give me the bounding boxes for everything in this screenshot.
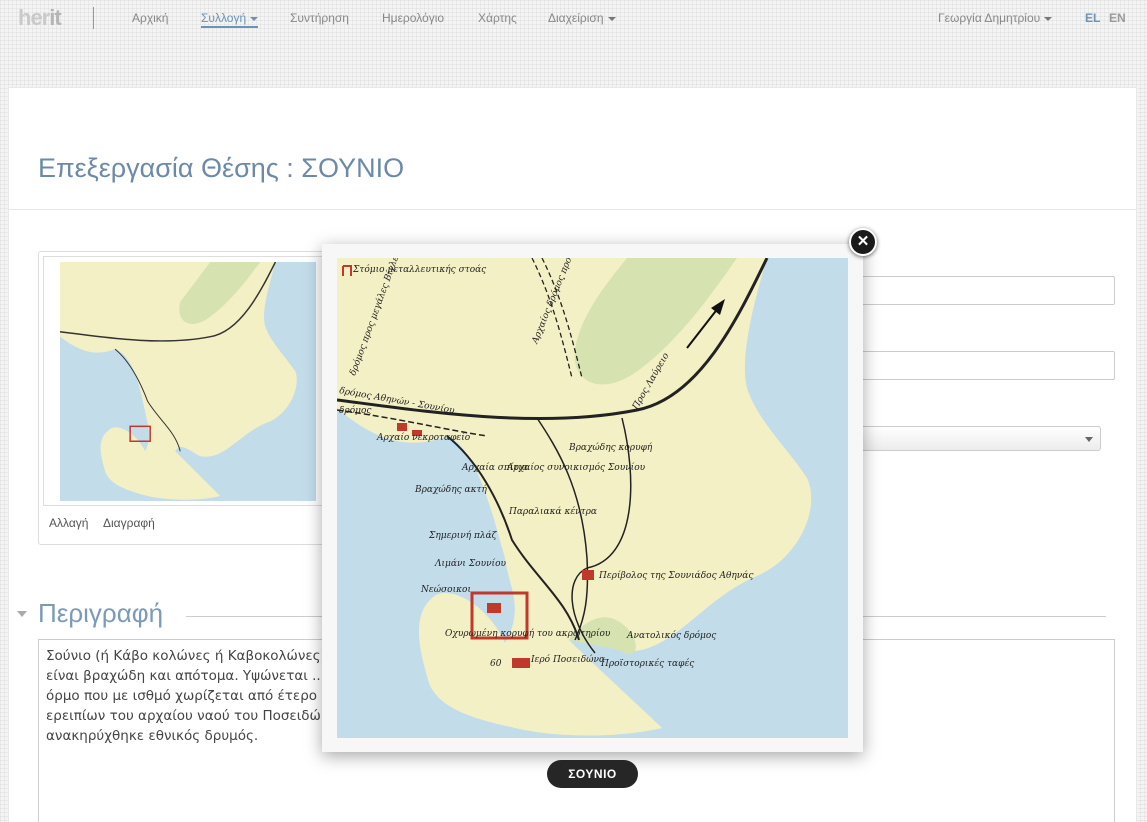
section-title: Περιγραφή	[38, 598, 164, 628]
map-label: Περίβολος της Σουνιάδος Αθηνάς	[598, 570, 754, 581]
map-label: δρόμος	[339, 405, 372, 416]
map-label: Βραχώδης κορυφή	[568, 442, 653, 453]
map-label: Νεώσοικοι	[420, 584, 471, 595]
nav-map[interactable]: Χάρτης	[478, 11, 517, 25]
map-label: 60	[490, 659, 502, 669]
map-label: Βραχώδης ακτή	[414, 484, 487, 495]
form-text-field-1[interactable]	[855, 276, 1115, 305]
map-label: Αρχαίο νεκροταφείο	[376, 432, 471, 443]
image-caption: ΣΟΥΝΙΟ	[547, 760, 638, 788]
map-marker	[487, 603, 501, 613]
thumbnail-map-image[interactable]	[60, 262, 316, 501]
map-marker	[512, 658, 530, 668]
delete-image-link[interactable]: Διαγραφή	[103, 516, 155, 530]
map-label: Σημερινή πλάζ	[428, 530, 498, 541]
page-title: Επεξεργασία Θέσης : ΣΟΥΝΙΟ	[38, 153, 405, 183]
change-image-link[interactable]: Αλλαγή	[49, 516, 88, 530]
map-label: Παραλιακά κέντρα	[508, 506, 597, 517]
app-logo[interactable]: herit	[18, 5, 62, 31]
nav-admin-label: Διαχείριση	[548, 11, 604, 25]
chevron-down-icon	[1085, 437, 1093, 442]
chevron-down-icon	[250, 16, 259, 21]
nav-collection-label: Συλλογή	[201, 11, 247, 25]
form-select[interactable]	[855, 426, 1101, 451]
form-text-field-2[interactable]	[855, 351, 1115, 380]
map-label: Οχυρωμένη κορυφή του ακρωτηρίου	[445, 628, 611, 639]
nav-home[interactable]: Αρχική	[132, 11, 168, 25]
map-label: Ιερό Ποσειδώνα	[530, 654, 605, 665]
map-label: Αρχαίος συνοικισμός Σουνίου	[506, 462, 646, 473]
collapse-caret-icon[interactable]	[17, 611, 27, 617]
close-icon: ✕	[856, 233, 870, 250]
map-image: Στόμιο μεταλλευτικής στοάς Αρχαίος δρόμο…	[337, 258, 848, 738]
nav-admin[interactable]: Διαχείριση	[548, 11, 616, 25]
nav-calendar[interactable]: Ημερολόγιο	[382, 11, 444, 25]
title-divider	[9, 209, 1136, 210]
logo-divider	[93, 7, 94, 29]
map-label: Στόμιο μεταλλευτικής στοάς	[352, 264, 487, 275]
user-menu[interactable]: Γεωργία Δημητρίου	[938, 11, 1053, 25]
chevron-down-icon	[1044, 16, 1053, 21]
chevron-down-icon	[607, 16, 616, 21]
map-label: Ανατολικός δρόμος	[626, 630, 717, 641]
lang-en[interactable]: EN	[1109, 11, 1126, 25]
lang-el[interactable]: EL	[1085, 11, 1100, 25]
nav-conservation[interactable]: Συντήρηση	[290, 11, 349, 25]
nav-collection[interactable]: Συλλογή	[201, 11, 259, 28]
top-navbar: herit Αρχική Συλλογή Συντήρηση Ημερολόγι…	[0, 0, 1147, 36]
map-label: Λιμάνι Σουνίου	[434, 558, 506, 569]
close-lightbox-button[interactable]: ✕	[849, 228, 877, 256]
user-name: Γεωργία Δημητρίου	[938, 11, 1041, 25]
map-marker	[582, 570, 594, 580]
map-label: Προϊστορικές ταφές	[600, 658, 695, 669]
map-marker	[397, 423, 407, 431]
